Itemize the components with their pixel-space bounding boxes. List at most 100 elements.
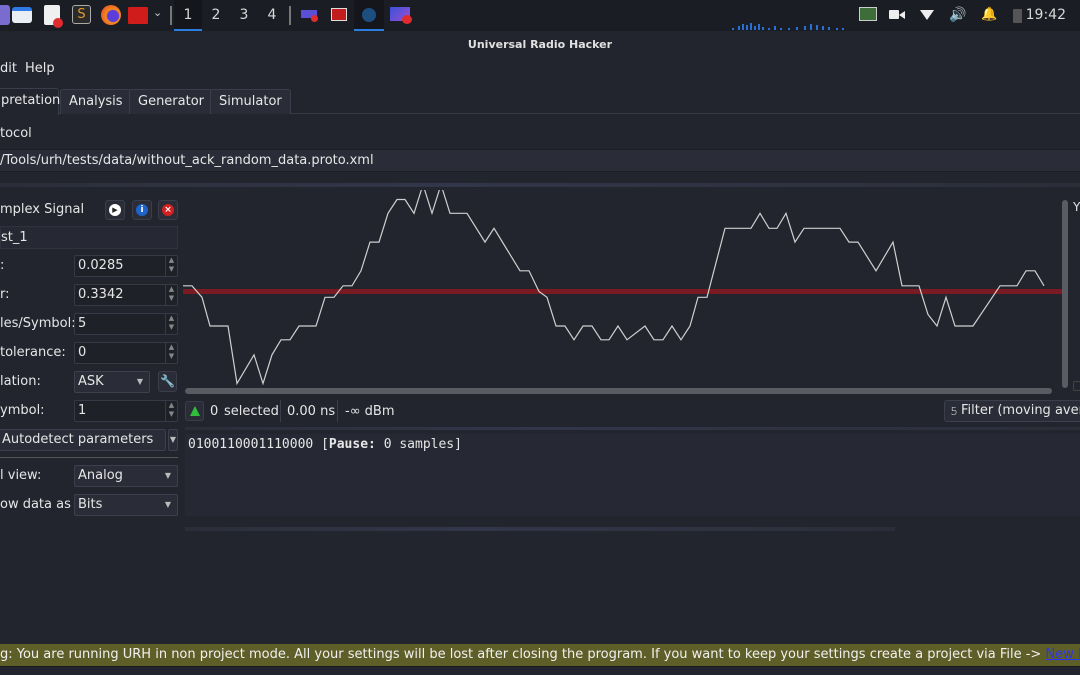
- center-label: r:: [0, 287, 10, 302]
- app-menu-icon[interactable]: [0, 5, 10, 25]
- workspace-1[interactable]: 1: [174, 0, 202, 31]
- spin-arrows-icon[interactable]: ▲ ▼: [165, 256, 177, 276]
- file-path: /Tools/urh/tests/data/without_ack_random…: [0, 149, 1080, 172]
- wifi-icon[interactable]: [919, 7, 935, 23]
- pause-close: ]: [454, 437, 462, 452]
- tab-generator[interactable]: Generator: [129, 89, 214, 114]
- spin-arrows-icon[interactable]: ▲ ▼: [165, 314, 177, 334]
- modulation-select[interactable]: ASK ▼: [74, 371, 150, 393]
- battery-icon[interactable]: [1013, 9, 1022, 23]
- dropdown-arrow-icon: ▼: [164, 500, 171, 509]
- window-title: Universal Radio Hacker: [0, 31, 1080, 58]
- bits-per-symbol-label: ymbol:: [0, 403, 45, 418]
- autodetect-menu-button[interactable]: ▼: [168, 429, 178, 451]
- filter-icon: 𝟻: [950, 404, 958, 418]
- show-data-label: ow data as: [0, 497, 71, 512]
- window-urh[interactable]: [354, 0, 384, 31]
- play-icon: ▶: [109, 204, 121, 216]
- kali-update-icon[interactable]: [859, 7, 877, 21]
- sublime-text-icon[interactable]: S: [72, 5, 91, 24]
- filter-label: Filter (moving average): [961, 403, 1080, 418]
- main-tabs: pretation Analysis Generator Simulator: [0, 88, 1080, 115]
- vertical-scrollbar[interactable]: [1062, 200, 1068, 388]
- menu-edit[interactable]: dit: [0, 61, 17, 76]
- splitter-handle[interactable]: [185, 427, 1080, 430]
- threshold-line[interactable]: [183, 289, 1063, 294]
- chevron-down-icon[interactable]: ⌄: [153, 6, 162, 19]
- spin-arrows-icon[interactable]: ▲ ▼: [165, 285, 177, 305]
- network-activity-graph: [732, 23, 844, 30]
- dropdown-arrow-icon: ▼: [164, 471, 171, 480]
- taskbar-separator: [289, 6, 291, 25]
- play-button[interactable]: ▶: [105, 200, 125, 220]
- noise-value: 0.0285: [78, 258, 124, 273]
- camera-icon[interactable]: [889, 7, 905, 23]
- workspace-2[interactable]: 2: [202, 0, 230, 31]
- y-scale-slider[interactable]: [1073, 381, 1080, 391]
- signal-type-label: mplex Signal: [0, 202, 85, 217]
- window-terminal[interactable]: [324, 0, 354, 31]
- new-project-link[interactable]: New Project: [1045, 647, 1080, 662]
- workspace-3[interactable]: 3: [230, 0, 258, 31]
- splitter-handle[interactable]: [0, 183, 1080, 187]
- wrench-icon: 🔧: [160, 374, 175, 388]
- waveform: [183, 190, 1045, 386]
- notification-bell-icon[interactable]: 🔔: [981, 7, 997, 23]
- status-bar: [0, 666, 1080, 675]
- tree-icon: [190, 406, 200, 416]
- menu-help[interactable]: Help: [25, 61, 55, 76]
- taskbar-separator: [170, 6, 172, 25]
- center-spinbox[interactable]: 0.3342 ▲ ▼: [74, 284, 178, 306]
- horizontal-scrollbar[interactable]: [185, 388, 1052, 394]
- text-editor-icon[interactable]: [44, 5, 63, 28]
- modulation-settings-button[interactable]: 🔧: [158, 371, 177, 392]
- power-value: -∞ dBm: [345, 404, 395, 419]
- divider: [337, 400, 338, 422]
- autodetect-button[interactable]: Autodetect parameters: [0, 429, 166, 451]
- close-signal-button[interactable]: ×: [158, 200, 178, 220]
- y-scale-label: Y: [1073, 200, 1080, 214]
- spin-arrows-icon[interactable]: ▲ ▼: [165, 343, 177, 363]
- firefox-icon[interactable]: [101, 5, 121, 25]
- tab-interpretation[interactable]: pretation: [0, 88, 60, 115]
- non-project-mode-warning: g: You are running URH in non project mo…: [0, 644, 1080, 666]
- menu-bar: dit Help: [0, 58, 1080, 82]
- workspace-4[interactable]: 4: [258, 0, 286, 31]
- tab-analysis[interactable]: Analysis: [60, 89, 132, 114]
- bits-view[interactable]: 0100110001110000 [Pause: 0 samples]: [185, 434, 1080, 516]
- dropdown-arrow-icon: ▼: [136, 377, 143, 386]
- error-tolerance-label: tolerance:: [0, 345, 66, 360]
- samples-per-symbol-value: 5: [78, 316, 87, 331]
- error-tolerance-spinbox[interactable]: 0 ▲ ▼: [74, 342, 178, 364]
- taskbar: S ⌄ 1 2 3 4 🔊 🔔 19:42: [0, 0, 1080, 31]
- samples-per-symbol-spinbox[interactable]: 5 ▲ ▼: [74, 313, 178, 335]
- file-manager-icon[interactable]: [12, 7, 32, 23]
- window-screen-recorder[interactable]: [294, 0, 324, 31]
- modulation-label: lation:: [0, 374, 41, 389]
- bits-data: 0100110001110000: [188, 437, 314, 452]
- signal-plot[interactable]: [183, 190, 1063, 390]
- info-button[interactable]: i: [132, 200, 152, 220]
- window-screencast[interactable]: [384, 0, 418, 31]
- bits-per-symbol-value: 1: [78, 403, 87, 418]
- splitter-handle[interactable]: [185, 527, 895, 531]
- tab-simulator[interactable]: Simulator: [210, 89, 291, 114]
- clock[interactable]: 19:42: [1026, 0, 1066, 31]
- protocol-label: tocol: [0, 126, 32, 141]
- noise-label: :: [0, 258, 5, 273]
- filter-button[interactable]: 𝟻Filter (moving average): [944, 400, 1080, 422]
- signal-view-value: Analog: [78, 468, 123, 483]
- terminal-icon[interactable]: [128, 7, 148, 24]
- pause-value: 0 samples: [383, 437, 455, 452]
- select-all-button[interactable]: [185, 401, 204, 421]
- signal-view-label: l view:: [0, 468, 42, 483]
- noise-spinbox[interactable]: 0.0285 ▲ ▼: [74, 255, 178, 277]
- spin-arrows-icon[interactable]: ▲ ▼: [165, 401, 177, 421]
- pause-open: [: [321, 437, 329, 452]
- show-data-select[interactable]: Bits ▼: [74, 494, 178, 516]
- volume-icon[interactable]: 🔊: [949, 7, 966, 23]
- error-tolerance-value: 0: [78, 345, 87, 360]
- signal-view-select[interactable]: Analog ▼: [74, 465, 178, 487]
- signal-name-field[interactable]: st_1: [0, 226, 178, 249]
- bits-per-symbol-spinbox[interactable]: 1 ▲ ▼: [74, 400, 178, 422]
